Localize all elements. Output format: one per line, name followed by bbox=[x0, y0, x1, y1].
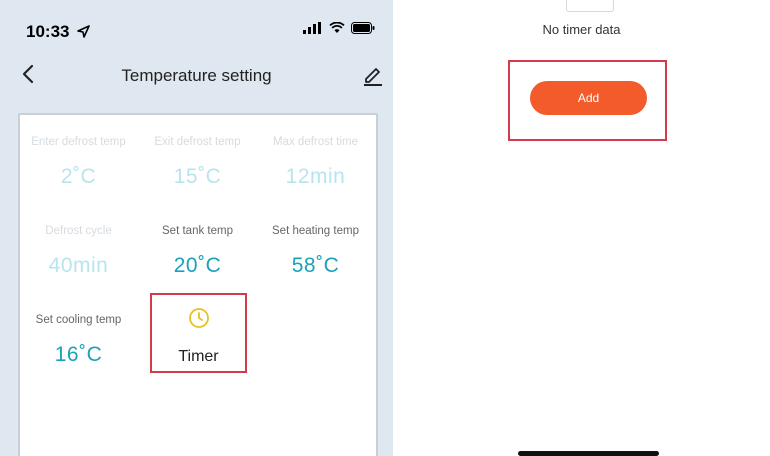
settings-card: Enter defrost temp 2˚C Exit defrost temp… bbox=[18, 113, 378, 456]
setting-defrost-cycle[interactable]: Defrost cycle 40min bbox=[20, 223, 137, 278]
setting-tank-temp[interactable]: Set tank temp 20˚C bbox=[139, 223, 256, 278]
location-arrow-icon bbox=[77, 25, 91, 38]
setting-exit-defrost-temp[interactable]: Exit defrost temp 15˚C bbox=[139, 134, 256, 189]
setting-enter-defrost-temp[interactable]: Enter defrost temp 2˚C bbox=[20, 134, 137, 189]
setting-value: 16˚C bbox=[54, 343, 103, 366]
status-time: 10:33 bbox=[26, 22, 91, 42]
setting-value: 58˚C bbox=[291, 254, 340, 277]
setting-value: 40min bbox=[48, 254, 109, 277]
setting-label: Set heating temp bbox=[272, 225, 359, 237]
setting-cooling-temp[interactable]: Set cooling temp 16˚C bbox=[20, 312, 137, 367]
setting-label: Enter defrost temp bbox=[31, 136, 126, 148]
home-indicator bbox=[518, 451, 659, 456]
setting-value: 12min bbox=[285, 165, 346, 188]
empty-state-illustration bbox=[566, 0, 614, 12]
add-button[interactable]: Add bbox=[530, 81, 647, 115]
cellular-signal-icon bbox=[303, 22, 321, 34]
phone-screen-left: 10:33 Temperature setting Enter defrost … bbox=[0, 0, 393, 456]
setting-label: Exit defrost temp bbox=[154, 136, 241, 148]
setting-label: Set cooling temp bbox=[35, 314, 122, 326]
setting-value: 20˚C bbox=[173, 254, 222, 277]
setting-label: Defrost cycle bbox=[45, 225, 112, 237]
status-icons bbox=[303, 22, 375, 34]
setting-value: 2˚C bbox=[60, 165, 97, 188]
setting-max-defrost-time[interactable]: Max defrost time 12min bbox=[257, 134, 374, 189]
setting-label: Set tank temp bbox=[162, 225, 233, 237]
setting-heating-temp[interactable]: Set heating temp 58˚C bbox=[257, 223, 374, 278]
timer-label: Timer bbox=[178, 348, 219, 365]
timer-screen-right: No timer data Add bbox=[393, 0, 770, 456]
clock-icon bbox=[189, 308, 209, 328]
empty-state-text: No timer data bbox=[542, 22, 621, 37]
setting-label: Max defrost time bbox=[273, 136, 358, 148]
wifi-icon bbox=[329, 22, 345, 33]
timer-button[interactable]: Timer bbox=[150, 293, 247, 373]
status-time-text: 10:33 bbox=[26, 22, 70, 41]
edit-pencil-icon[interactable] bbox=[361, 63, 385, 87]
battery-icon bbox=[351, 22, 375, 34]
page-title: Temperature setting bbox=[121, 66, 272, 85]
setting-value: 15˚C bbox=[173, 165, 222, 188]
